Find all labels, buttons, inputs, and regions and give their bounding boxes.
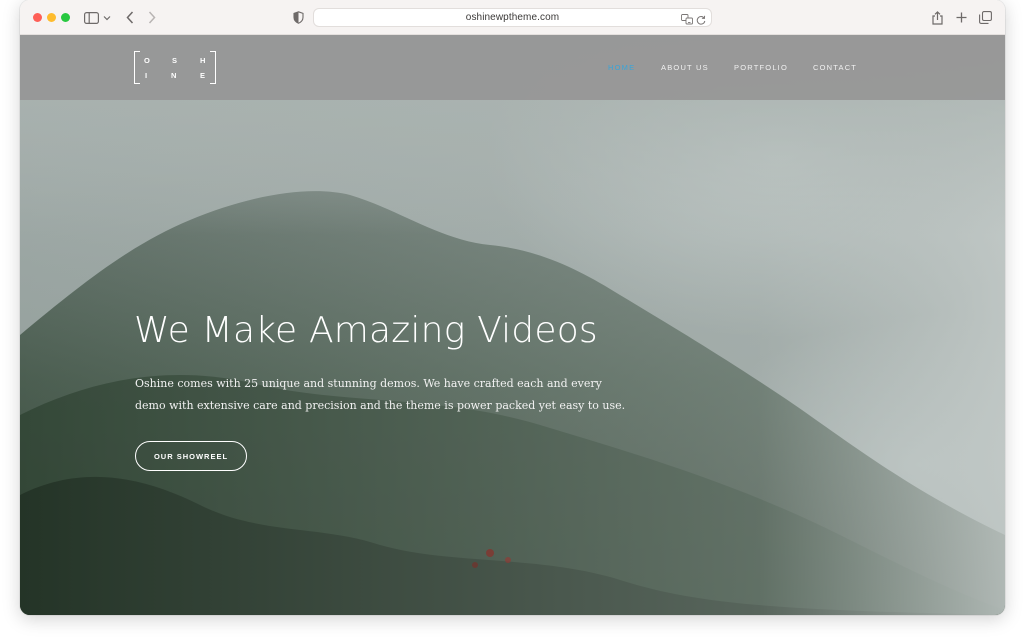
browser-window: oshinewptheme.com O S H I N E HOME ABOUT… xyxy=(20,0,1005,615)
share-icon[interactable] xyxy=(931,9,943,26)
translate-icon[interactable] xyxy=(681,12,693,25)
address-bar[interactable]: oshinewptheme.com xyxy=(313,8,712,27)
url-text: oshinewptheme.com xyxy=(465,12,560,23)
browser-toolbar: oshinewptheme.com xyxy=(20,0,1005,35)
nav-item-contact[interactable]: CONTACT xyxy=(813,63,857,72)
chevron-down-icon[interactable] xyxy=(102,9,112,26)
showreel-button[interactable]: OUR SHOWREEL xyxy=(135,441,247,471)
nav-item-home[interactable]: HOME xyxy=(608,63,635,72)
hero-title: We Make Amazing Videos xyxy=(134,310,598,351)
back-arrow-icon[interactable] xyxy=(124,9,136,26)
forward-arrow-icon[interactable] xyxy=(146,9,158,26)
reload-icon[interactable] xyxy=(696,12,707,25)
zoom-window-button[interactable] xyxy=(61,13,70,22)
close-window-button[interactable] xyxy=(33,13,42,22)
minimize-window-button[interactable] xyxy=(47,13,56,22)
nav-item-portfolio[interactable]: PORTFOLIO xyxy=(734,63,788,72)
nav-item-about-us[interactable]: ABOUT US xyxy=(661,63,709,72)
site-header: O S H I N E HOME ABOUT US PORTFOLIO CONT… xyxy=(20,35,1005,100)
hero-section: O S H I N E HOME ABOUT US PORTFOLIO CONT… xyxy=(20,35,1005,615)
hero-description: Oshine comes with 25 unique and stunning… xyxy=(135,377,626,412)
new-tab-icon[interactable] xyxy=(955,9,967,26)
main-nav: HOME ABOUT US PORTFOLIO CONTACT xyxy=(20,63,1005,75)
privacy-shield-icon[interactable] xyxy=(292,9,304,26)
tab-overview-icon[interactable] xyxy=(978,9,992,26)
sidebar-icon[interactable] xyxy=(83,9,99,26)
